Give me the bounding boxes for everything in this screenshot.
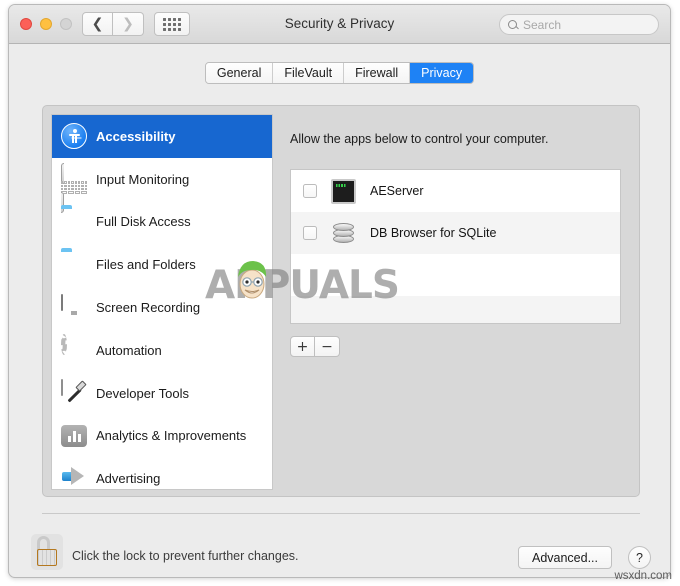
lock-status-text: Click the lock to prevent further change… xyxy=(72,549,299,563)
keyboard-icon xyxy=(61,163,87,213)
sidebar-item-label: Full Disk Access xyxy=(96,214,191,230)
sidebar-item-label: Files and Folders xyxy=(96,257,196,273)
database-icon xyxy=(331,221,356,246)
add-app-button[interactable]: + xyxy=(290,336,315,357)
terminal-icon xyxy=(331,178,356,204)
sidebar-item-screen-recording[interactable]: Screen Recording xyxy=(52,286,272,329)
accessibility-icon xyxy=(61,123,87,150)
preferences-window: ❮ ❯ Security & Privacy Search General Fi… xyxy=(8,4,671,578)
pane-description: Allow the apps below to control your com… xyxy=(290,132,549,146)
sidebar-item-label: Automation xyxy=(96,342,162,358)
sidebar-item-full-disk-access[interactable]: Full Disk Access xyxy=(52,201,272,244)
window-titlebar: ❮ ❯ Security & Privacy Search xyxy=(9,5,670,44)
gear-icon xyxy=(61,334,87,363)
search-icon xyxy=(508,20,517,29)
folder-icon xyxy=(61,209,87,235)
folder-icon xyxy=(61,252,87,278)
hammer-tools-icon xyxy=(61,379,87,406)
remove-app-button[interactable]: − xyxy=(315,336,340,357)
display-icon xyxy=(61,293,87,321)
footer-divider xyxy=(42,513,640,514)
sidebar-item-label: Input Monitoring xyxy=(96,171,190,187)
screenshot-root: ❮ ❯ Security & Privacy Search General Fi… xyxy=(0,0,680,586)
sidebar-item-developer-tools[interactable]: Developer Tools xyxy=(52,372,272,415)
sidebar-item-advertising[interactable]: Advertising xyxy=(52,457,272,489)
table-row[interactable]: AEServer xyxy=(291,170,620,212)
tab-firewall[interactable]: Firewall xyxy=(344,63,411,83)
privacy-panel: Accessibility Input Monitoring Full Disk… xyxy=(42,105,640,497)
sidebar-item-label: Analytics & Improvements xyxy=(96,428,247,444)
bar-chart-icon xyxy=(61,423,87,449)
sidebar-item-label: Developer Tools xyxy=(96,385,189,401)
sidebar-item-input-monitoring[interactable]: Input Monitoring xyxy=(52,158,272,213)
site-watermark: wsxdn.com xyxy=(614,570,672,582)
app-checkbox[interactable] xyxy=(303,184,317,198)
megaphone-icon xyxy=(61,466,87,489)
sidebar-item-label: Screen Recording xyxy=(96,300,201,316)
tab-filevault[interactable]: FileVault xyxy=(273,63,345,83)
table-row-empty xyxy=(291,296,620,323)
privacy-category-list[interactable]: Accessibility Input Monitoring Full Disk… xyxy=(51,114,273,490)
advanced-button[interactable]: Advanced... xyxy=(517,546,612,569)
unlocked-padlock-icon xyxy=(37,536,50,550)
allowed-apps-list[interactable]: AEServer DB Browser for SQLite xyxy=(290,169,621,324)
sidebar-item-label: Advertising xyxy=(96,471,161,487)
tab-general[interactable]: General xyxy=(205,63,274,83)
list-edit-buttons: + − xyxy=(290,336,340,357)
search-placeholder: Search xyxy=(523,17,562,32)
app-checkbox[interactable] xyxy=(303,226,317,240)
sidebar-item-files-and-folders[interactable]: Files and Folders xyxy=(52,243,272,286)
sidebar-item-automation[interactable]: Automation xyxy=(52,329,272,372)
app-name: AEServer xyxy=(370,184,424,198)
tab-bar: General FileVault Firewall Privacy xyxy=(9,62,670,84)
sidebar-item-accessibility[interactable]: Accessibility xyxy=(52,115,272,158)
table-row[interactable]: DB Browser for SQLite xyxy=(291,212,620,254)
sidebar-item-analytics-improvements[interactable]: Analytics & Improvements xyxy=(52,415,272,458)
search-field[interactable]: Search xyxy=(499,14,659,35)
sidebar-item-label: Accessibility xyxy=(96,128,176,144)
table-row-empty xyxy=(291,254,620,296)
app-permission-pane: Allow the apps below to control your com… xyxy=(282,114,633,490)
help-button[interactable]: ? xyxy=(628,546,651,569)
app-name: DB Browser for SQLite xyxy=(370,226,497,240)
tab-privacy[interactable]: Privacy xyxy=(410,63,474,83)
lock-button[interactable] xyxy=(31,534,63,570)
